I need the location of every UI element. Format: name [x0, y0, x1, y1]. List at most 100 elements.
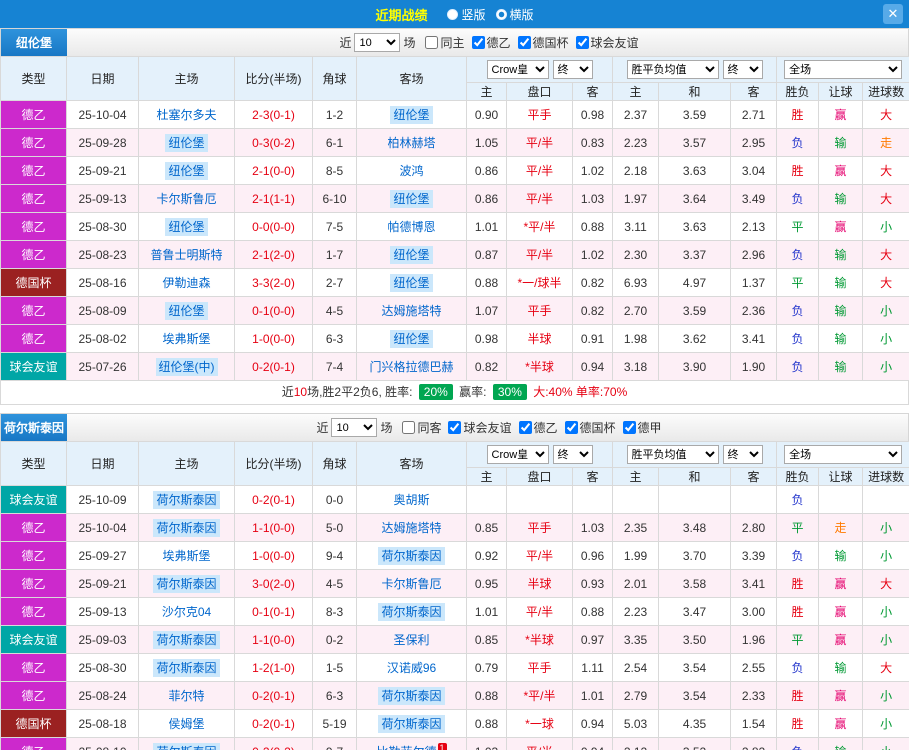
- away-team-link[interactable]: 纽伦堡: [390, 190, 433, 208]
- home-team-link[interactable]: 纽伦堡(中): [155, 358, 218, 376]
- bookmaker-select[interactable]: Crow皇: [486, 60, 549, 79]
- scope-select[interactable]: 全场: [784, 445, 903, 464]
- avg-stage-select[interactable]: 终: [722, 445, 763, 464]
- away-team-link[interactable]: 达姆施塔特: [381, 521, 441, 535]
- away-team-link[interactable]: 汉诺威96: [387, 661, 436, 675]
- summary-part: 20%: [418, 384, 453, 400]
- home-team-cell: 纽伦堡: [138, 212, 235, 241]
- league-filter-checkbox[interactable]: [622, 420, 636, 434]
- odds-stage-select[interactable]: 终: [552, 60, 593, 79]
- league-filter-checkbox[interactable]: [517, 35, 531, 49]
- team-section: 纽伦堡 近 10 场 同主 德乙 德国杯 球会友谊 类型 日期 主场 比分(半场) 角…: [0, 28, 909, 405]
- match-row: 德乙 25-08-30 荷尔斯泰因 1-2(1-0) 1-5 汉诺威96 0.79 平手 1.1…: [0, 653, 909, 682]
- match-count-select[interactable]: 10: [331, 418, 378, 437]
- away-odds: 0.83: [571, 128, 614, 157]
- avg-stage-select[interactable]: 终: [722, 60, 763, 79]
- league-filter-checkbox[interactable]: [518, 420, 532, 434]
- col-header-corner: 角球: [312, 441, 357, 486]
- match-count-select[interactable]: 10: [354, 33, 401, 52]
- match-date: 25-10-09: [66, 485, 139, 514]
- away-team-link[interactable]: 纽伦堡: [390, 274, 433, 292]
- home-odds: [466, 485, 507, 514]
- home-team-link[interactable]: 纽伦堡: [165, 218, 208, 236]
- league-filter[interactable]: 德乙: [471, 34, 511, 51]
- league-filter-checkbox[interactable]: [448, 420, 462, 434]
- away-team-link[interactable]: 波鸿: [399, 164, 423, 178]
- horizontal-layout-radio[interactable]: [495, 8, 507, 20]
- away-team-link[interactable]: 门兴格拉德巴赫: [369, 360, 453, 374]
- away-team-link[interactable]: 达姆施塔特: [381, 304, 441, 318]
- team-note-badge: 1: [437, 743, 447, 750]
- home-team-link[interactable]: 侯姆堡: [168, 717, 204, 731]
- scope-select[interactable]: 全场: [784, 60, 903, 79]
- match-date: 25-09-27: [66, 541, 139, 570]
- away-team-link[interactable]: 比勒菲尔德: [376, 745, 436, 750]
- near-label: 近: [316, 421, 329, 435]
- avg-type-select[interactable]: 胜平负均值: [626, 60, 719, 79]
- avg-home: 5.03: [612, 709, 660, 738]
- layout-vertical-option[interactable]: 竖版: [447, 6, 486, 23]
- away-team-link[interactable]: 纽伦堡: [390, 246, 433, 264]
- goals-result: 大: [862, 653, 909, 682]
- away-team-link[interactable]: 荷尔斯泰因: [378, 687, 445, 705]
- home-team-link[interactable]: 卡尔斯鲁厄: [156, 192, 216, 206]
- home-team-link[interactable]: 纽伦堡: [165, 162, 208, 180]
- odds-stage-select[interactable]: 终: [552, 445, 593, 464]
- away-team-cell: 荷尔斯泰因: [356, 709, 467, 738]
- match-date: 25-07-26: [66, 352, 139, 381]
- league-filter[interactable]: 同客: [402, 419, 441, 436]
- home-team-link[interactable]: 荷尔斯泰因: [153, 659, 220, 677]
- away-team-link[interactable]: 奥胡斯: [393, 493, 429, 507]
- league-filter-checkbox[interactable]: [471, 35, 485, 49]
- league-filter[interactable]: 德国杯: [517, 34, 569, 51]
- league-filter-checkbox[interactable]: [425, 35, 439, 49]
- close-icon[interactable]: ✕: [883, 4, 903, 24]
- home-team-link[interactable]: 纽伦堡: [165, 302, 208, 320]
- league-filter[interactable]: 德甲: [622, 419, 662, 436]
- home-team-link[interactable]: 荷尔斯泰因: [153, 519, 220, 537]
- bookmaker-select[interactable]: Crow皇: [486, 445, 549, 464]
- league-filter[interactable]: 德乙: [518, 419, 558, 436]
- league-filter-checkbox[interactable]: [575, 35, 589, 49]
- league-filter-checkbox[interactable]: [564, 420, 578, 434]
- home-team-link[interactable]: 荷尔斯泰因: [153, 631, 220, 649]
- home-team-link[interactable]: 伊勒迪森: [162, 276, 210, 290]
- corner-score: 1-2: [312, 100, 357, 129]
- away-odds: 1.01: [571, 681, 614, 710]
- home-team-link[interactable]: 埃弗斯堡: [162, 332, 210, 346]
- home-team-link[interactable]: 埃弗斯堡: [162, 549, 210, 563]
- league-filter[interactable]: 球会友谊: [575, 34, 639, 51]
- away-team-link[interactable]: 柏林赫塔: [387, 136, 435, 150]
- avg-away: 1.96: [730, 625, 778, 654]
- home-team-link[interactable]: 荷尔斯泰因: [153, 575, 220, 593]
- away-team-link[interactable]: 纽伦堡: [390, 330, 433, 348]
- avg-away: 2.80: [730, 513, 778, 542]
- avg-draw: 3.70: [658, 541, 732, 570]
- home-team-link[interactable]: 沙尔克04: [162, 605, 211, 619]
- away-team-link[interactable]: 纽伦堡: [390, 106, 433, 124]
- away-team-link[interactable]: 圣保利: [393, 633, 429, 647]
- league-filter[interactable]: 球会友谊: [448, 419, 512, 436]
- vertical-layout-radio[interactable]: [447, 8, 459, 20]
- home-odds: 0.92: [466, 541, 507, 570]
- match-result: 负: [776, 324, 820, 353]
- layout-horizontal-option[interactable]: 横版: [495, 6, 534, 23]
- home-team-link[interactable]: 普鲁士明斯特: [150, 248, 222, 262]
- away-team-link[interactable]: 荷尔斯泰因: [378, 715, 445, 733]
- home-team-link[interactable]: 纽伦堡: [165, 134, 208, 152]
- home-team-link[interactable]: 荷尔斯泰因: [153, 743, 220, 750]
- league-filter[interactable]: 同主: [425, 34, 465, 51]
- league-filter-checkbox[interactable]: [402, 420, 416, 434]
- home-team-link[interactable]: 杜塞尔多夫: [156, 108, 216, 122]
- avg-type-select[interactable]: 胜平负均值: [626, 445, 719, 464]
- home-team-link[interactable]: 菲尔特: [168, 689, 204, 703]
- avg-draw: 3.47: [658, 597, 732, 626]
- home-team-link[interactable]: 荷尔斯泰因: [153, 491, 220, 509]
- league-filter[interactable]: 德国杯: [564, 419, 616, 436]
- away-team-link[interactable]: 荷尔斯泰因: [378, 603, 445, 621]
- away-team-link[interactable]: 帕德博恩: [387, 220, 435, 234]
- match-date: 25-08-16: [66, 268, 139, 297]
- goals-result: 小: [862, 625, 909, 654]
- away-team-link[interactable]: 卡尔斯鲁厄: [381, 577, 441, 591]
- away-team-link[interactable]: 荷尔斯泰因: [378, 547, 445, 565]
